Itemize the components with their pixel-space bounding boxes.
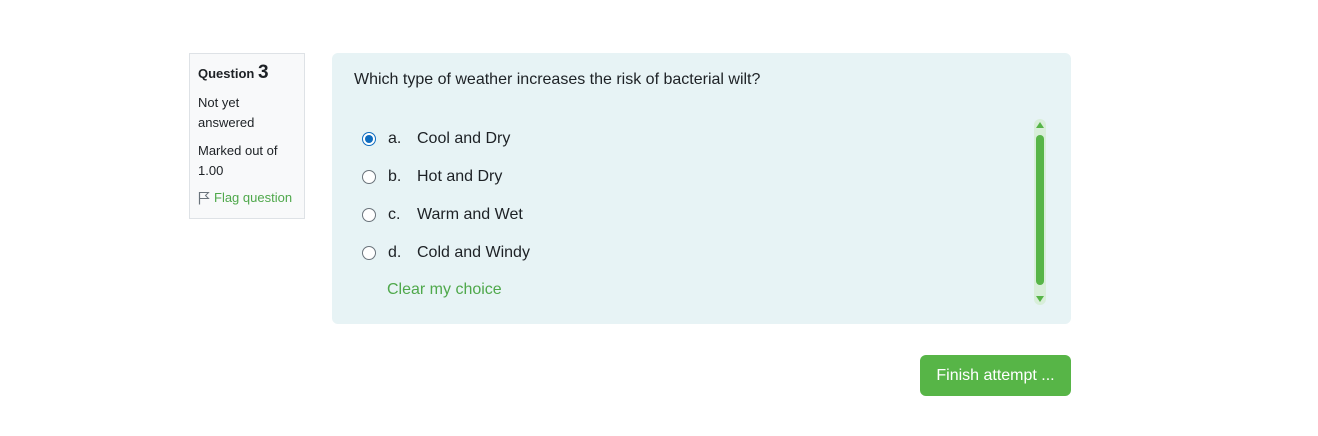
answer-text: Warm and Wet	[417, 206, 523, 223]
question-label: Question	[198, 66, 255, 81]
question-info-panel: Question 3 Not yet answered Marked out o…	[189, 53, 305, 219]
chevron-down-icon[interactable]	[1036, 296, 1044, 302]
answer-option-d[interactable]: d. Cold and Windy	[362, 234, 530, 272]
question-grade: Marked out of 1.00	[198, 143, 278, 178]
flag-icon	[198, 191, 210, 205]
answer-text: Hot and Dry	[417, 168, 503, 185]
question-text: Which type of weather increases the risk…	[354, 71, 761, 88]
scrollbar-thumb[interactable]	[1036, 135, 1044, 285]
answer-list: a. Cool and Dry b. Hot and Dry c. Warm a…	[362, 120, 530, 272]
radio-icon[interactable]	[362, 208, 376, 222]
question-content: Which type of weather increases the risk…	[332, 53, 1071, 324]
answer-option-a[interactable]: a. Cool and Dry	[362, 120, 530, 158]
question-status: Not yet answered	[198, 95, 255, 130]
finish-attempt-button[interactable]: Finish attempt ...	[920, 355, 1071, 396]
radio-icon[interactable]	[362, 246, 376, 260]
answer-letter: c.	[388, 206, 401, 223]
chevron-up-icon[interactable]	[1036, 122, 1044, 128]
answer-letter: d.	[388, 244, 402, 261]
question-number: 3	[257, 62, 269, 83]
answer-text: Cool and Dry	[417, 130, 511, 147]
answer-option-c[interactable]: c. Warm and Wet	[362, 196, 530, 234]
answer-letter: b.	[388, 168, 402, 185]
flag-question-link[interactable]: Flag question	[198, 189, 296, 207]
radio-icon[interactable]	[362, 170, 376, 184]
answer-option-b[interactable]: b. Hot and Dry	[362, 158, 530, 196]
question-number-heading: Question 3	[198, 62, 296, 85]
clear-choice-link[interactable]: Clear my choice	[387, 281, 502, 299]
answer-text: Cold and Windy	[417, 244, 530, 261]
scrollbar[interactable]	[1034, 119, 1046, 305]
answer-letter: a.	[388, 130, 402, 147]
radio-icon[interactable]	[362, 132, 376, 146]
flag-question-label: Flag question	[214, 190, 293, 205]
